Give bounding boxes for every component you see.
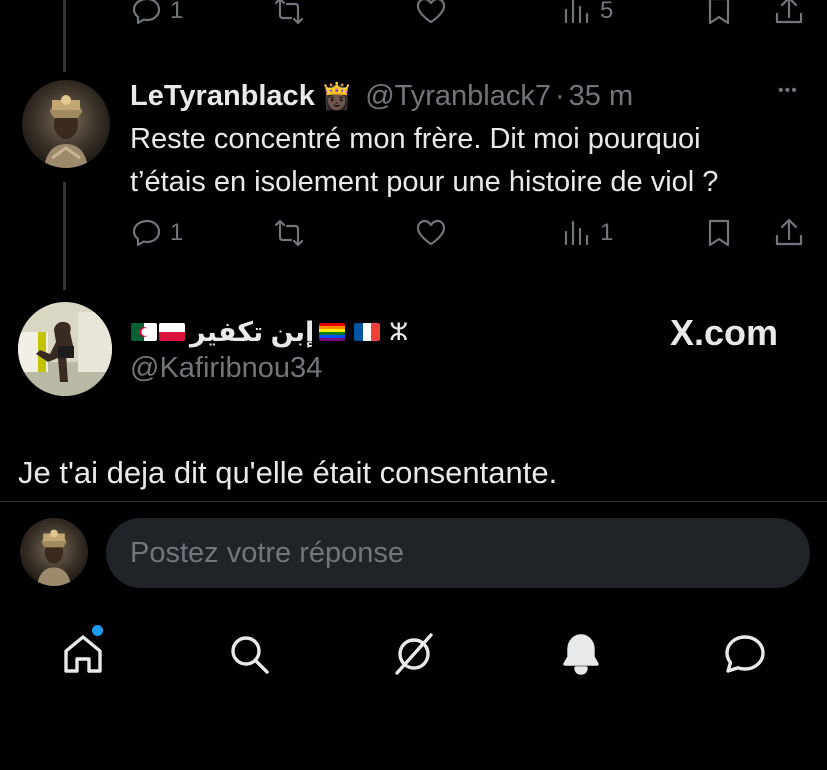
reply-button[interactable]: 1 <box>130 216 183 250</box>
retweet-button[interactable] <box>272 216 306 250</box>
nav-grok[interactable] <box>391 631 437 682</box>
quoted-text: Je t'ai deja dit qu'elle était consentan… <box>18 455 558 490</box>
france-flag-icon <box>354 323 381 341</box>
share-icon <box>775 218 803 246</box>
poland-flag-icon <box>159 323 185 341</box>
reply-placeholder: Postez votre réponse <box>130 537 405 569</box>
reply-text-line-1: Reste concentré mon frère. Dit moi pourq… <box>130 123 701 155</box>
nav-notifications[interactable] <box>558 631 604 682</box>
share-button[interactable] <box>772 0 806 28</box>
x-com-watermark: X.com <box>670 312 779 353</box>
separator-dot: · <box>555 79 565 112</box>
views-button[interactable]: 1 <box>560 216 613 250</box>
algeria-flag-icon <box>131 323 157 341</box>
home-notification-dot <box>92 625 103 636</box>
views-icon <box>564 0 589 24</box>
views-count: 5 <box>600 0 614 24</box>
like-button[interactable] <box>414 216 448 250</box>
thread-line-top <box>63 0 66 72</box>
reply-button[interactable]: 1 <box>130 0 183 28</box>
reply-icon <box>132 0 161 25</box>
more-options-icon[interactable]: ••• <box>778 82 798 100</box>
reply-header: LeTyranblack 👸🏿 @Tyranblack7 · 35 m <box>130 76 633 116</box>
bookmark-button[interactable] <box>702 0 736 28</box>
grok-icon <box>395 633 433 675</box>
retweet-button[interactable] <box>272 0 306 28</box>
views-count: 1 <box>600 219 614 246</box>
quoted-handle: @Kafiribnou34 <box>130 352 323 384</box>
reply-input[interactable]: Postez votre réponse <box>106 518 810 588</box>
reply-text: Reste concentré mon frère. Dit moi pourq… <box>130 118 810 204</box>
crown-emoji-icon: 👸🏿 <box>320 80 354 111</box>
timestamp[interactable]: 35 m <box>569 80 633 113</box>
tifinagh-symbol: ⵣ <box>389 318 409 346</box>
like-button[interactable] <box>414 0 448 28</box>
bookmark-icon <box>708 219 730 247</box>
bookmark-button[interactable] <box>702 216 736 250</box>
quoted-display-name: إبن تكفير ⵣ <box>130 314 408 350</box>
share-button[interactable] <box>772 216 806 250</box>
home-icon <box>64 635 102 673</box>
views-icon <box>564 220 589 246</box>
bookmark-icon <box>708 0 730 25</box>
like-icon <box>416 219 446 246</box>
nav-messages[interactable] <box>722 631 768 682</box>
composer-avatar[interactable] <box>20 518 88 586</box>
retweet-icon <box>274 219 304 247</box>
reply-actions: 1 1 <box>130 216 810 256</box>
views-button[interactable]: 5 <box>560 0 613 28</box>
thread-line-bottom <box>63 182 66 290</box>
messages-icon <box>725 635 765 673</box>
reply-count: 1 <box>170 219 184 246</box>
share-icon <box>775 0 803 24</box>
user-handle[interactable]: @Tyranblack7 <box>365 80 551 113</box>
avatar[interactable] <box>22 80 110 168</box>
reply-count: 1 <box>170 0 184 24</box>
quoted-name-text: إبن تكفير <box>190 316 315 347</box>
nav-search[interactable] <box>226 631 272 682</box>
like-icon <box>416 0 446 24</box>
search-icon <box>231 636 269 674</box>
reply-icon <box>132 219 161 247</box>
rainbow-flag-icon <box>319 323 346 341</box>
display-name[interactable]: LeTyranblack <box>130 80 315 113</box>
reply-text-line-2: t’étais en isolement pour une histoire d… <box>130 166 719 198</box>
top-tweet-actions: 1 5 <box>130 0 810 34</box>
quoted-avatar <box>18 302 112 396</box>
divider <box>0 501 827 502</box>
notifications-icon <box>563 634 599 675</box>
retweet-icon <box>274 0 304 25</box>
nav-home[interactable] <box>60 625 106 682</box>
